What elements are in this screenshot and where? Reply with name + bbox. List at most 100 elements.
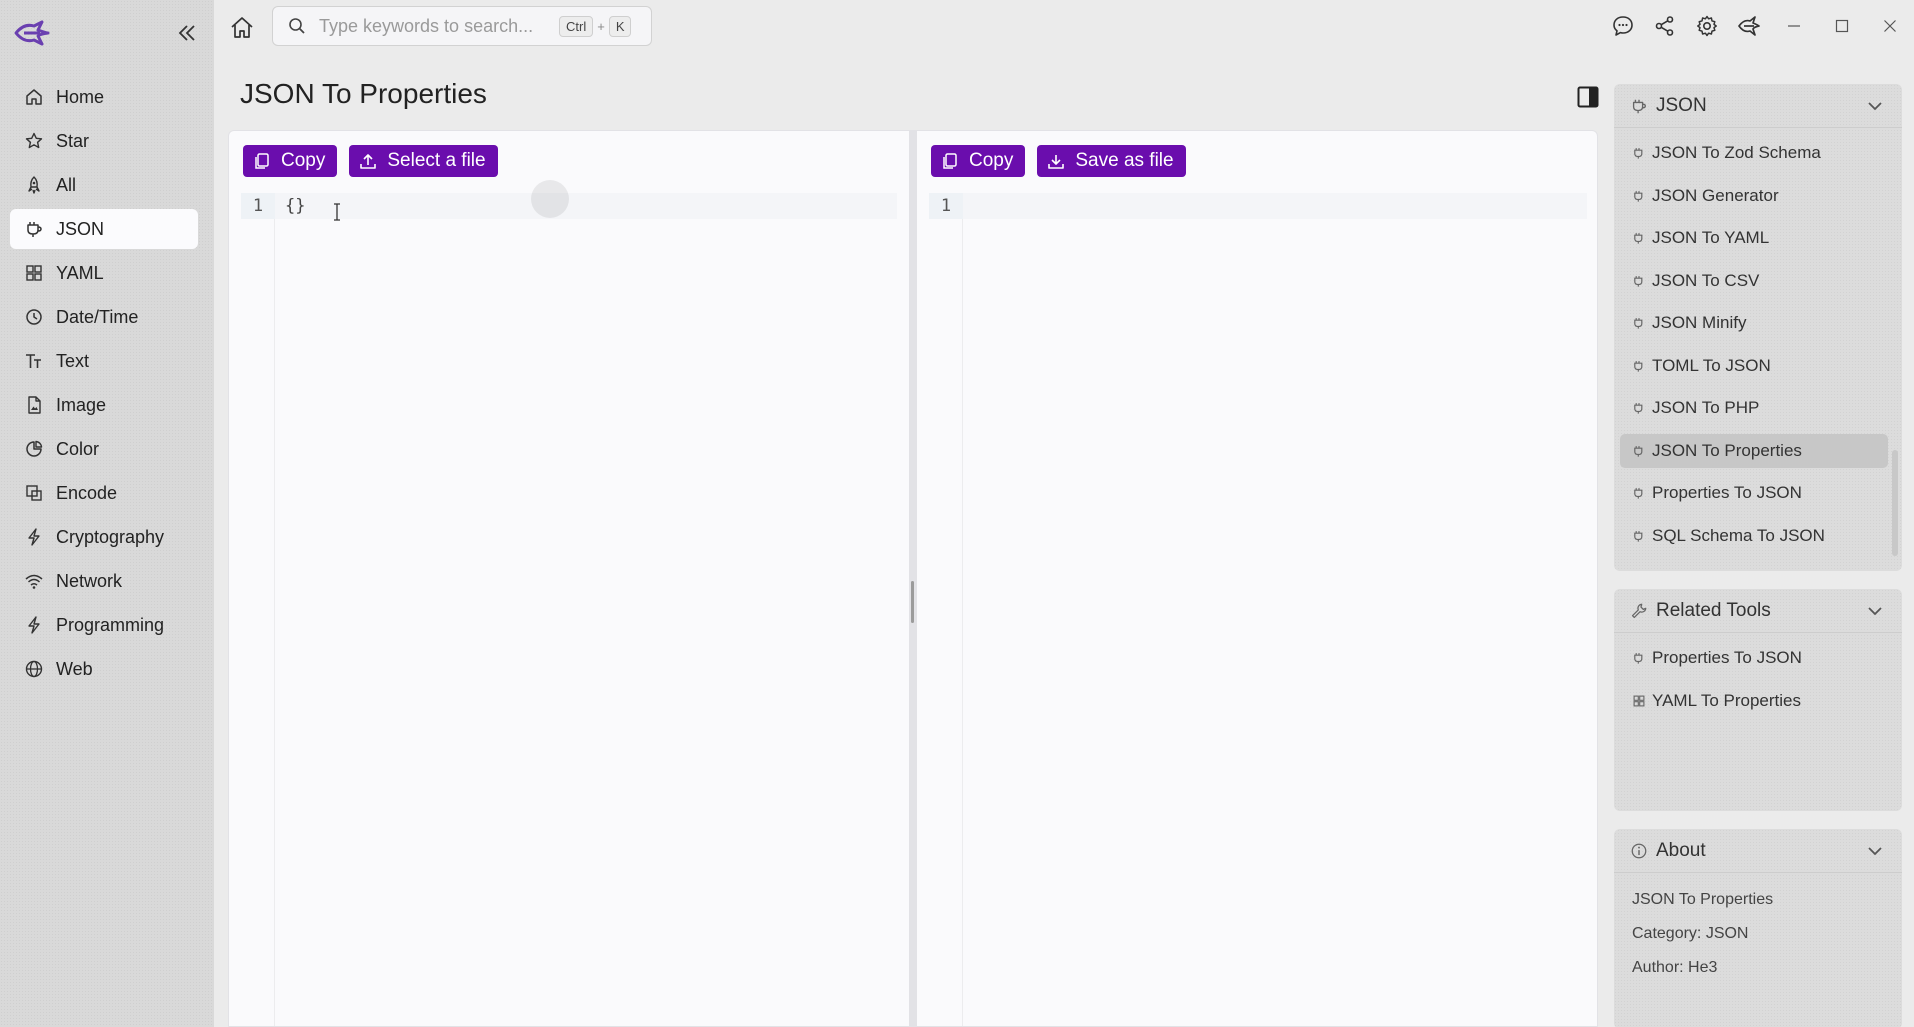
mouse-cursor-highlight — [531, 180, 569, 218]
tool-item-json-to-csv[interactable]: JSON To CSV — [1620, 264, 1896, 298]
about-card-title: About — [1656, 839, 1706, 861]
app-menu-button[interactable] — [1728, 5, 1770, 47]
related-item-yaml-to-properties[interactable]: YAML To Properties — [1620, 684, 1896, 718]
tool-item-label: Properties To JSON — [1652, 483, 1802, 502]
select-file-label: Select a file — [387, 150, 486, 171]
sidebar-item-network[interactable]: Network — [10, 561, 198, 601]
sidebar-item-image[interactable]: Image — [10, 385, 198, 425]
text-icon — [26, 354, 41, 368]
related-card-header[interactable]: Related Tools — [1614, 589, 1902, 633]
sidebar-item-datetime[interactable]: Date/Time — [10, 297, 198, 337]
tool-item-json-minify[interactable]: JSON Minify — [1620, 306, 1896, 340]
minimize-button[interactable] — [1770, 0, 1818, 52]
rocket-icon — [28, 176, 40, 194]
sidebar-item-yaml[interactable]: YAML — [10, 253, 198, 293]
feedback-button[interactable] — [1602, 5, 1644, 47]
shortcut-plus: + — [597, 18, 605, 34]
tool-item-json-to-properties[interactable]: JSON To Properties — [1620, 433, 1888, 468]
wifi-icon — [25, 574, 43, 589]
copy-input-button[interactable]: Copy — [243, 145, 338, 177]
json-icon — [1634, 190, 1643, 202]
tool-item-json-to-zod-schema[interactable]: JSON To Zod Schema — [1620, 136, 1896, 170]
home-button[interactable] — [228, 14, 256, 42]
tool-item-json-generator[interactable]: JSON Generator — [1620, 179, 1896, 213]
search-input[interactable] — [319, 15, 559, 37]
tool-item-json-to-php[interactable]: JSON To PHP — [1620, 391, 1896, 425]
sidebar-item-programming[interactable]: Programming — [10, 605, 198, 645]
tool-item-toml-to-json[interactable]: TOML To JSON — [1620, 349, 1896, 383]
sidebar-item-label: Web — [56, 658, 93, 679]
json-icon — [1634, 360, 1643, 372]
collapse-sidebar-icon[interactable] — [174, 20, 200, 46]
share-icon — [1655, 16, 1674, 36]
output-pane: Copy Save as file 1 — [917, 131, 1599, 1026]
output-editor[interactable]: 1 — [929, 193, 1587, 1026]
output-code-line[interactable] — [963, 193, 1587, 219]
sidebar-item-label: YAML — [56, 262, 104, 283]
select-file-button[interactable]: Select a file — [349, 145, 498, 177]
json-card-title: JSON — [1656, 94, 1707, 116]
json-list-scrollbar[interactable] — [1892, 450, 1898, 556]
input-code-line[interactable]: {} — [275, 193, 897, 219]
sidebar-item-label: Date/Time — [56, 306, 139, 327]
about-author: Author: He3 — [1632, 959, 1718, 976]
share-button[interactable] — [1644, 5, 1686, 47]
shortcut-key-ctrl: Ctrl — [559, 15, 594, 37]
line-number: 1 — [929, 193, 963, 219]
json-icon — [1634, 233, 1643, 244]
sidebar-item-all[interactable]: All — [10, 165, 198, 205]
sidebar-nav: Home Star All JSON YAML Date/Time Text I… — [10, 77, 198, 693]
input-gutter: 1 — [241, 193, 275, 1026]
input-editor[interactable]: 1 {} — [241, 193, 897, 1026]
sidebar-item-label: Home — [56, 86, 105, 107]
tool-item-label: JSON To Zod Schema — [1652, 143, 1821, 162]
sidebar-item-color[interactable]: Color — [10, 429, 198, 469]
sidebar-item-label: Cryptography — [56, 526, 165, 547]
settings-button[interactable] — [1686, 5, 1728, 47]
maximize-button[interactable] — [1818, 0, 1866, 52]
copy-output-button[interactable]: Copy — [931, 145, 1026, 177]
json-icon — [1634, 275, 1643, 287]
splitter-handle[interactable] — [911, 581, 914, 623]
sidebar-item-label: JSON — [56, 218, 105, 239]
chevron-down-icon — [1868, 606, 1882, 615]
shortcut-key-k: K — [608, 15, 632, 37]
output-toolbar: Copy Save as file — [931, 145, 1186, 177]
copy-input-label: Copy — [281, 150, 326, 171]
sidebar-item-web[interactable]: Web — [10, 649, 198, 689]
close-icon — [1884, 20, 1896, 32]
related-item-properties-to-json[interactable]: Properties To JSON — [1620, 641, 1896, 675]
sidebar-item-json[interactable]: JSON — [10, 209, 198, 249]
tool-item-label: JSON To Properties — [1652, 440, 1802, 460]
json-tools-card: JSON JSON To Zod Schema JSON Generator J… — [1614, 84, 1902, 571]
search-box[interactable]: Ctrl + K — [272, 6, 652, 46]
sidebar-item-text[interactable]: Text — [10, 341, 198, 381]
home-icon — [231, 17, 253, 38]
about-category: Category: JSON — [1632, 925, 1749, 942]
json-card-header[interactable]: JSON — [1614, 84, 1902, 128]
tool-item-properties-to-json[interactable]: Properties To JSON — [1620, 476, 1896, 510]
json-icon — [27, 222, 42, 237]
tool-item-sql-schema-to-json[interactable]: SQL Schema To JSON — [1620, 519, 1896, 553]
close-button[interactable] — [1866, 0, 1914, 52]
sidebar-item-label: All — [56, 174, 77, 195]
sidebar-item-label: Star — [56, 130, 90, 151]
tool-item-label: JSON To PHP — [1652, 398, 1760, 417]
tool-item-label: JSON Minify — [1652, 313, 1747, 332]
input-pane: Copy Select a file 1 {} — [229, 131, 909, 1026]
app-logo-icon[interactable] — [12, 18, 52, 48]
sidebar-item-cryptography[interactable]: Cryptography — [10, 517, 198, 557]
encode-icon — [26, 485, 42, 501]
maximize-icon — [1835, 19, 1849, 33]
about-card-header[interactable]: About — [1614, 829, 1902, 873]
right-panel: JSON JSON To Zod Schema JSON Generator J… — [1614, 84, 1902, 1027]
tool-item-json-to-yaml[interactable]: JSON To YAML — [1620, 221, 1896, 255]
tool-item-label: TOML To JSON — [1652, 355, 1771, 375]
sidebar-item-home[interactable]: Home — [10, 77, 198, 117]
save-file-button[interactable]: Save as file — [1037, 145, 1186, 177]
pane-splitter[interactable] — [909, 131, 917, 1026]
toggle-panel-button[interactable] — [1576, 85, 1600, 109]
sidebar-item-encode[interactable]: Encode — [10, 473, 198, 513]
sidebar-item-star[interactable]: Star — [10, 121, 198, 161]
json-icon — [1634, 403, 1643, 414]
